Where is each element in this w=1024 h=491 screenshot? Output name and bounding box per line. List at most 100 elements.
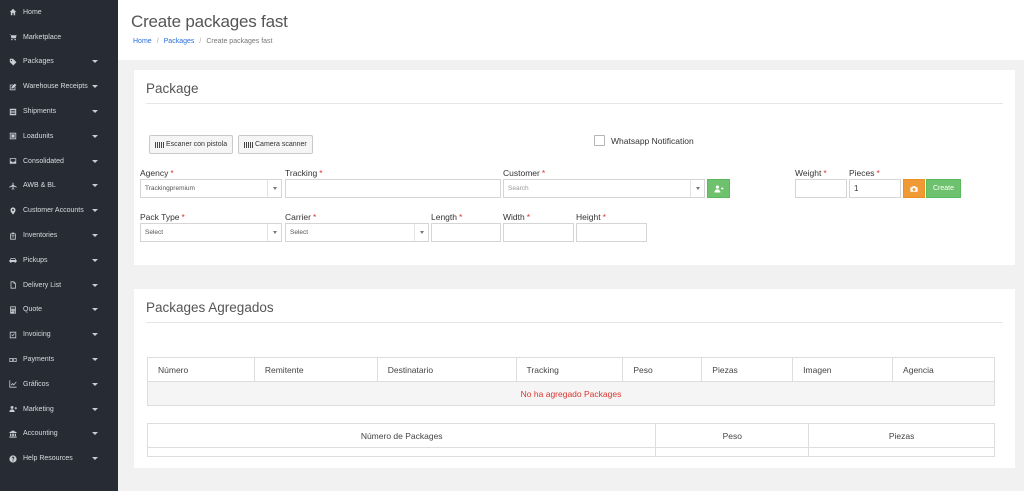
agency-select-value: Trackingpremium: [145, 185, 195, 192]
width-input[interactable]: [503, 223, 574, 242]
summary-cell: [146, 447, 657, 457]
breadcrumb-home-link[interactable]: Home: [133, 38, 152, 45]
sidebar-item-invoicing[interactable]: Invoicing: [0, 322, 118, 347]
sidebar-item-quote[interactable]: Quote: [0, 298, 118, 323]
sidebar-item-label: Inventories: [23, 232, 58, 240]
sidebar-item-inventories[interactable]: Inventories: [0, 223, 118, 248]
cart-icon: [8, 33, 17, 42]
create-button[interactable]: Create: [926, 179, 961, 198]
chevron-down-icon: [92, 308, 98, 312]
sidebar-item-delivery-list[interactable]: Delivery List: [0, 273, 118, 298]
customer-label: Customer *: [503, 168, 545, 178]
chart-icon: [8, 380, 17, 389]
sidebar-item-accounting[interactable]: Accounting: [0, 422, 118, 447]
required-mark: *: [526, 212, 531, 222]
sidebar-item-home[interactable]: Home: [0, 0, 118, 25]
sidebar-item-label: Loadunits: [23, 132, 54, 140]
height-input[interactable]: [576, 223, 647, 242]
sidebar-item-label: Quote: [23, 306, 43, 314]
required-mark: *: [181, 212, 185, 222]
money-icon: [8, 355, 17, 364]
packages-added-title: Packages Agregados: [146, 300, 274, 315]
pieces-label-text: Pieces: [849, 168, 875, 178]
sidebar-item-marketplace[interactable]: Marketplace: [0, 25, 118, 50]
column-header-remitente[interactable]: Remitente: [253, 357, 378, 382]
package-card: Package Escaner con pistola Camera scann…: [134, 70, 1015, 265]
tracking-input[interactable]: [285, 179, 501, 198]
required-mark: *: [823, 168, 827, 178]
chevron-down-icon: [92, 333, 98, 337]
customer-label-text: Customer: [503, 168, 540, 178]
pack-type-select[interactable]: Select: [140, 223, 282, 242]
sidebar-item-graficos[interactable]: Gráficos: [0, 372, 118, 397]
summary-header-row: Número de Packages Peso Piezas: [146, 423, 995, 448]
column-header-numero[interactable]: Número: [147, 357, 255, 382]
sidebar-item-packages[interactable]: Packages: [0, 50, 118, 75]
weight-input[interactable]: [795, 179, 847, 198]
plane-icon: [8, 181, 17, 190]
sidebar-item-awb-bl[interactable]: AWB & BL: [0, 174, 118, 199]
required-mark: *: [319, 168, 323, 178]
bank-icon: [8, 429, 17, 438]
summary-row: [146, 447, 995, 457]
summary-header-packages-count: Número de Packages: [146, 423, 657, 448]
pieces-input[interactable]: 1: [849, 179, 901, 198]
agency-select[interactable]: Trackingpremium: [140, 179, 282, 198]
agency-label-text: Agency: [140, 168, 169, 178]
add-customer-button[interactable]: [707, 179, 730, 198]
breadcrumb-packages-link[interactable]: Packages: [164, 38, 195, 45]
carrier-select[interactable]: Select: [285, 223, 429, 242]
camera-button[interactable]: [903, 179, 925, 198]
sidebar-item-consolidated[interactable]: Consolidated: [0, 149, 118, 174]
length-input[interactable]: [431, 223, 501, 242]
pieces-label: Pieces *: [849, 168, 880, 178]
required-mark: *: [602, 212, 606, 222]
column-header-agencia[interactable]: Agencia: [892, 357, 995, 382]
sidebar-item-label: Packages: [23, 58, 54, 66]
scanner-gun-button[interactable]: Escaner con pistola: [149, 135, 234, 154]
sidebar-item-customer-accounts[interactable]: Customer Accounts: [0, 198, 118, 223]
chevron-down-icon: [92, 60, 98, 64]
sidebar-item-label: Delivery List: [23, 281, 62, 289]
height-label-text: Height: [576, 212, 601, 222]
sidebar-item-label: AWB & BL: [23, 182, 56, 190]
whatsapp-notification-checkbox[interactable]: [594, 135, 605, 146]
sidebar-item-warehouse-receipts[interactable]: Warehouse Receipts: [0, 74, 118, 99]
chevron-down-icon: [92, 110, 98, 114]
package-card-title: Package: [146, 81, 199, 96]
column-header-peso[interactable]: Peso: [622, 357, 703, 382]
camera-scanner-button[interactable]: Camera scanner: [238, 135, 313, 154]
column-header-tracking[interactable]: Tracking: [515, 357, 624, 382]
tag-icon: [8, 57, 17, 66]
create-button-label: Create: [932, 185, 954, 192]
required-mark: *: [541, 168, 546, 178]
required-mark: *: [312, 212, 317, 222]
sidebar-item-pickups[interactable]: Pickups: [0, 248, 118, 273]
sidebar-item-marketing[interactable]: Marketing: [0, 397, 118, 422]
sidebar-item-loadunits[interactable]: Loadunits: [0, 124, 118, 149]
chevron-down-icon: [92, 382, 98, 386]
sidebar-item-label: Shipments: [23, 108, 57, 116]
column-header-destinatario[interactable]: Destinatario: [376, 357, 517, 382]
list-icon: [8, 107, 17, 116]
sidebar-item-label: Marketing: [23, 405, 54, 413]
sidebar-item-payments[interactable]: Payments: [0, 347, 118, 372]
height-label: Height *: [576, 212, 606, 222]
chevron-down-icon: [267, 224, 281, 241]
column-header-piezas[interactable]: Piezas: [701, 357, 794, 382]
sidebar-item-label: Consolidated: [23, 157, 64, 165]
length-label-text: Length: [431, 212, 457, 222]
chevron-down-icon: [414, 224, 428, 241]
pack-type-label-text: Pack Type: [140, 212, 180, 222]
tracking-label-text: Tracking: [285, 168, 318, 178]
column-header-imagen[interactable]: Imagen: [792, 357, 894, 382]
chevron-down-icon: [92, 358, 98, 362]
sidebar-item-shipments[interactable]: Shipments: [0, 99, 118, 124]
tracking-label: Tracking *: [285, 168, 323, 178]
chevron-down-icon: [267, 180, 281, 197]
add-user-icon: [713, 184, 723, 192]
sidebar-item-help-resources[interactable]: Help Resources: [0, 446, 118, 471]
customer-search-select[interactable]: Search: [503, 179, 705, 198]
breadcrumb-separator: /: [199, 38, 202, 45]
summary-table: Número de Packages Peso Piezas: [146, 423, 995, 457]
